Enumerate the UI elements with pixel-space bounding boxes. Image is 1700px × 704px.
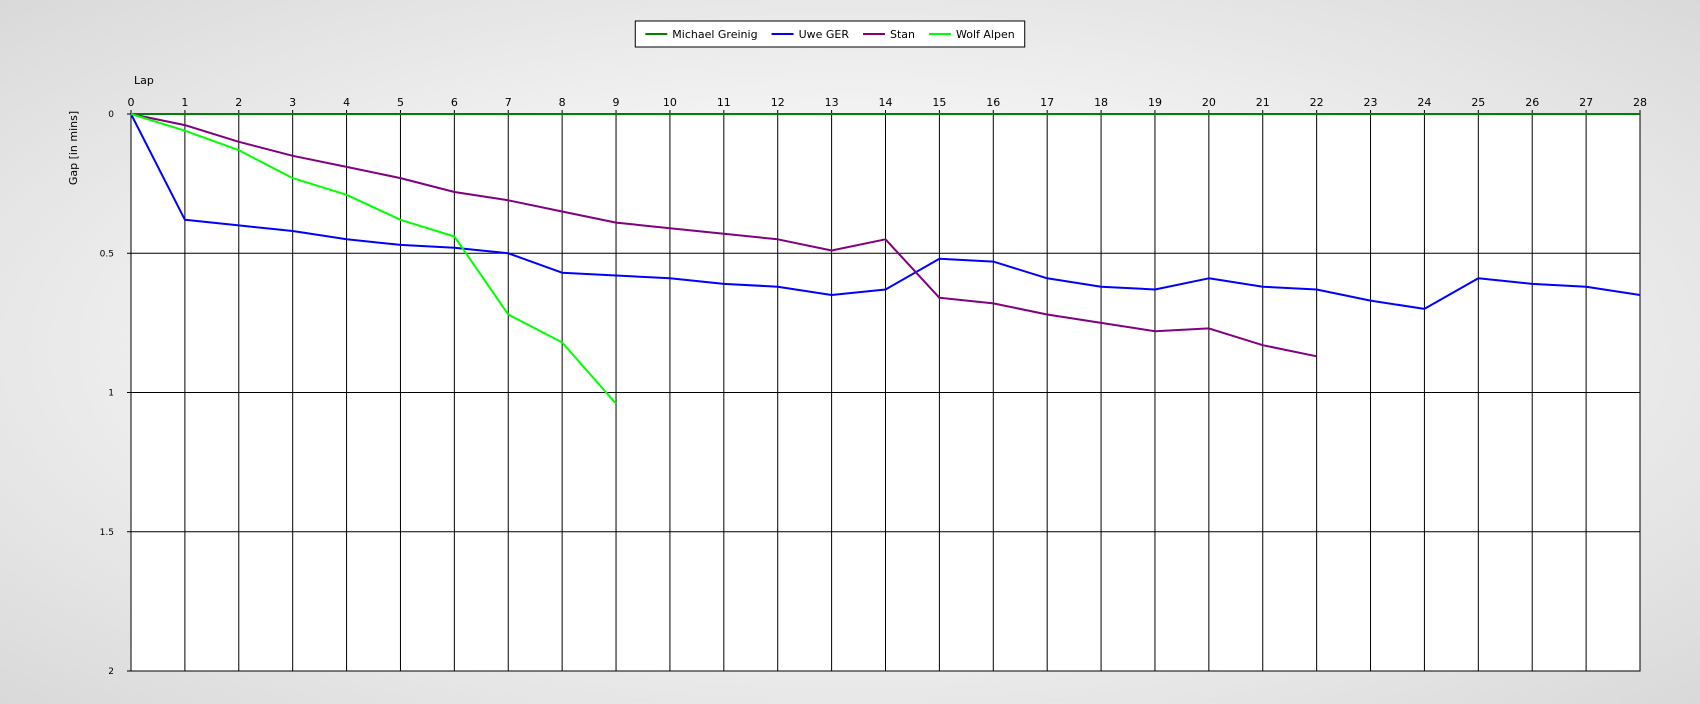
x-tick-label: 21 — [1256, 96, 1270, 109]
legend-label-uwe-ger: Uwe GER — [799, 28, 850, 41]
x-tick-label: 6 — [451, 96, 458, 109]
y-tick-label: 1 — [108, 389, 114, 399]
y-tick-label: 0.5 — [100, 249, 114, 259]
x-tick-label: 19 — [1148, 96, 1162, 109]
legend-label-wolf-alpen: Wolf Alpen — [956, 28, 1015, 41]
lap-gap-chart: Michael Greinig Uwe GER Stan Wolf Alpen Lap… — [67, 20, 1647, 677]
x-tick-label: 2 — [235, 96, 242, 109]
x-axis-title: Lap — [134, 74, 154, 87]
y-tick-label: 0 — [108, 110, 114, 120]
x-tick-label: 11 — [717, 96, 731, 109]
legend-label-stan: Stan — [890, 28, 915, 41]
y-axis-title: Gap [in mins] — [67, 111, 80, 185]
x-tick-label: 23 — [1364, 96, 1378, 109]
x-tick-label: 4 — [343, 96, 350, 109]
x-tick-label: 12 — [771, 96, 785, 109]
x-tick-label: 10 — [663, 96, 677, 109]
x-tick-label: 26 — [1525, 96, 1539, 109]
x-tick-label: 9 — [613, 96, 620, 109]
y-tick-label: 1.5 — [100, 528, 114, 538]
x-tick-label: 1 — [181, 96, 188, 109]
x-tick-label: 20 — [1202, 96, 1216, 109]
x-tick-label: 27 — [1579, 96, 1593, 109]
x-tick-label: 15 — [932, 96, 946, 109]
x-tick-label: 7 — [505, 96, 512, 109]
x-tick-label: 5 — [397, 96, 404, 109]
x-tick-label: 13 — [825, 96, 839, 109]
x-tick-label: 3 — [289, 96, 296, 109]
legend: Michael Greinig Uwe GER Stan Wolf Alpen — [634, 20, 1026, 48]
x-tick-label: 8 — [559, 96, 566, 109]
x-tick-label: 22 — [1310, 96, 1324, 109]
y-tick-label: 2 — [108, 667, 114, 677]
x-tick-label: 28 — [1633, 96, 1647, 109]
x-tick-label: 25 — [1471, 96, 1485, 109]
legend-label-michael-greinig: Michael Greinig — [672, 28, 757, 41]
x-tick-label: 18 — [1094, 96, 1108, 109]
x-tick-label: 0 — [128, 96, 135, 109]
x-tick-label: 16 — [986, 96, 1000, 109]
x-tick-label: 17 — [1040, 96, 1054, 109]
x-tick-label: 24 — [1417, 96, 1431, 109]
x-tick-label: 14 — [879, 96, 893, 109]
chart-container: Michael Greinig Uwe GER Stan Wolf Alpen Lap… — [0, 0, 1700, 700]
